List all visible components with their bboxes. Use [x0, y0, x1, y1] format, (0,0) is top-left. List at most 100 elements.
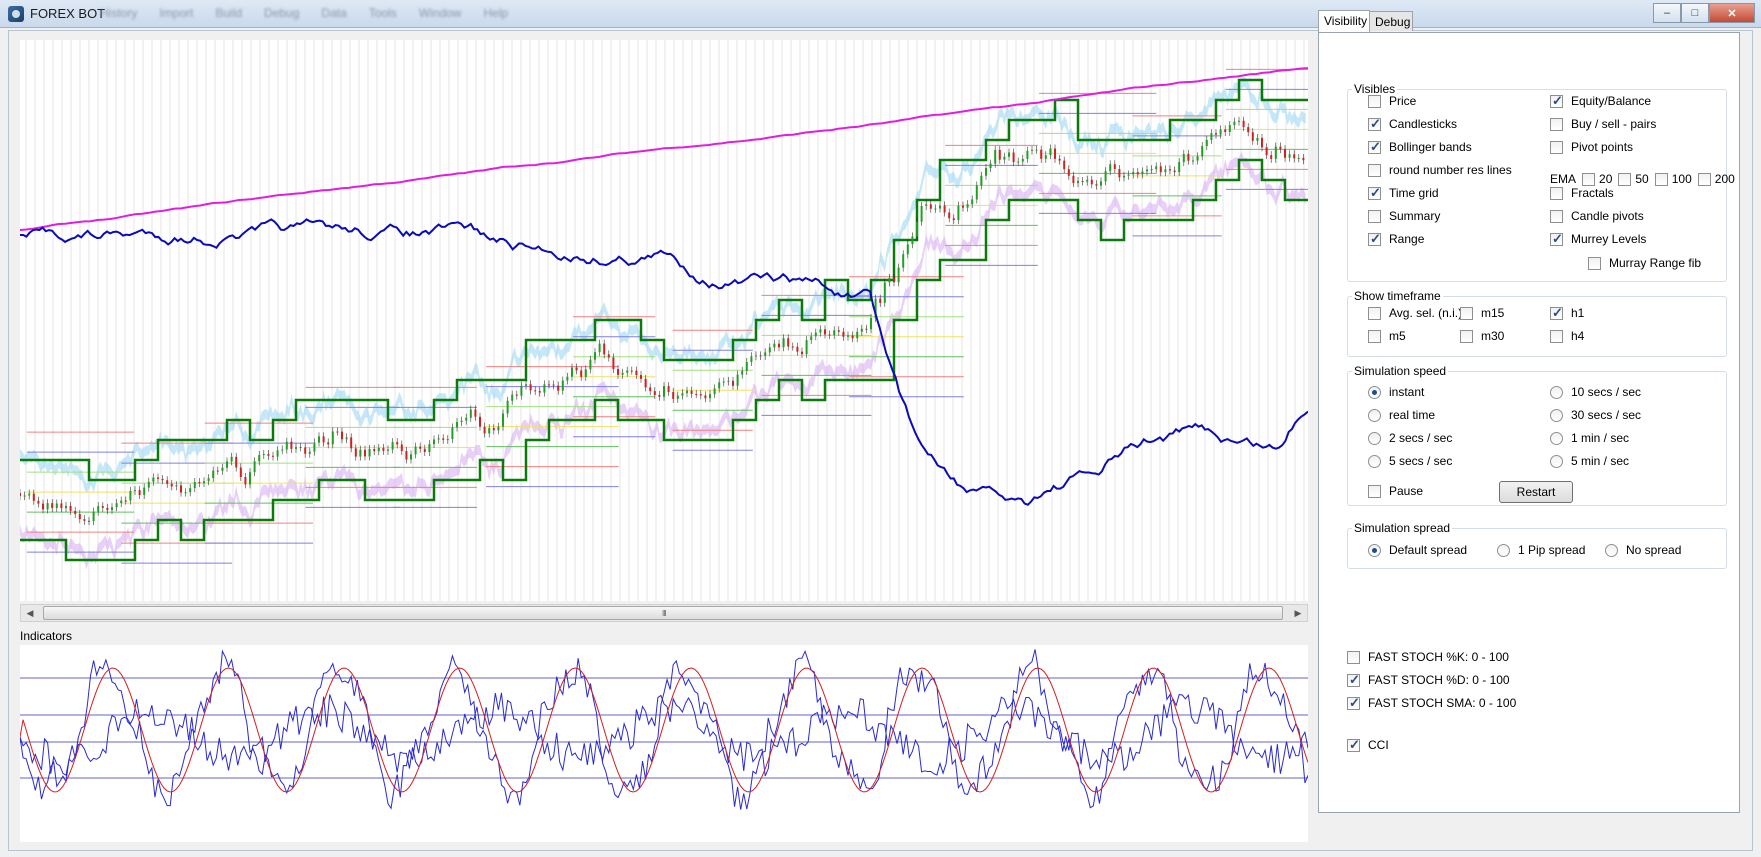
- minimize-button[interactable]: –: [1653, 3, 1681, 23]
- indicator-cci-checkbox-box[interactable]: [1347, 737, 1360, 753]
- equity-balance-checkbox[interactable]: Equity/Balance: [1550, 93, 1651, 109]
- scrollbar-thumb[interactable]: III: [43, 606, 1283, 620]
- speed-30-secs-sec-option-radio[interactable]: [1550, 408, 1563, 422]
- price-chart[interactable]: [20, 40, 1308, 601]
- price-checkbox-box[interactable]: [1368, 94, 1381, 108]
- speed-10-secs-sec-option[interactable]: 10 secs / sec: [1550, 385, 1641, 399]
- fractals-checkbox[interactable]: Fractals: [1550, 186, 1614, 200]
- candle-pivots-checkbox[interactable]: Candle pivots: [1550, 209, 1644, 223]
- indicator-fast-stoch-k-0-100-checkbox[interactable]: FAST STOCH %K: 0 - 100: [1347, 650, 1509, 664]
- timeframe-m15-checkbox[interactable]: m15: [1460, 306, 1504, 320]
- indicator-fast-stoch-d-0-100-checkbox[interactable]: FAST STOCH %D: 0 - 100: [1347, 672, 1510, 688]
- candle-body: [249, 472, 251, 485]
- ema-100-checkbox[interactable]: [1654, 172, 1668, 186]
- spread-default-spread-option[interactable]: Default spread: [1368, 543, 1467, 557]
- round-number-res-lines-checkbox-box[interactable]: [1368, 163, 1381, 177]
- speed-1-min-sec-option[interactable]: 1 min / sec: [1550, 431, 1629, 445]
- pivot-points-checkbox-box[interactable]: [1550, 140, 1563, 154]
- bollinger-bands-checkbox[interactable]: Bollinger bands: [1368, 139, 1472, 155]
- speed-5-min-sec-option-radio[interactable]: [1550, 454, 1563, 468]
- close-button[interactable]: ✕: [1709, 3, 1755, 23]
- tab-visibility[interactable]: Visibility: [1318, 10, 1370, 32]
- maximize-button[interactable]: □: [1681, 3, 1709, 23]
- spread-1-pip-spread-option-radio[interactable]: [1497, 543, 1510, 557]
- indicator-chart[interactable]: [20, 645, 1308, 842]
- speed-2-secs-sec-option-radio[interactable]: [1368, 431, 1381, 445]
- candle-body: [60, 503, 63, 509]
- summary-checkbox-box[interactable]: [1368, 209, 1381, 223]
- restart-button[interactable]: Restart: [1499, 481, 1573, 503]
- menu-item[interactable]: Build: [215, 6, 242, 20]
- pause-checkbox[interactable]: Pause: [1368, 484, 1423, 498]
- scroll-right-icon[interactable]: ▶: [1291, 606, 1305, 620]
- indicator-fast-stoch-d-0-100-checkbox-box[interactable]: [1347, 672, 1360, 688]
- spread-no-spread-option-radio[interactable]: [1605, 543, 1618, 557]
- menu-item[interactable]: Debug: [264, 6, 299, 20]
- menu-item[interactable]: Data: [321, 6, 346, 20]
- tab-debug[interactable]: Debug: [1369, 11, 1413, 31]
- buy-sell-pairs-checkbox-box[interactable]: [1550, 117, 1563, 131]
- equity-balance-checkbox-box[interactable]: [1550, 93, 1563, 109]
- menu-item[interactable]: Window: [419, 6, 462, 20]
- menu-item[interactable]: Help: [483, 6, 508, 20]
- speed-real-time-option-radio[interactable]: [1368, 408, 1381, 422]
- timeframe-m30-checkbox[interactable]: m30: [1460, 329, 1504, 343]
- bollinger-bands-checkbox-box[interactable]: [1368, 139, 1381, 155]
- range-checkbox-box[interactable]: [1368, 231, 1381, 247]
- spread-no-spread-option[interactable]: No spread: [1605, 543, 1681, 557]
- speed-real-time-option[interactable]: real time: [1368, 408, 1435, 422]
- timeframe-m15-checkbox-box[interactable]: [1460, 306, 1473, 320]
- price-checkbox[interactable]: Price: [1368, 94, 1416, 108]
- summary-checkbox[interactable]: Summary: [1368, 209, 1440, 223]
- timeframe-h1-checkbox[interactable]: h1: [1550, 305, 1584, 321]
- pause-box[interactable]: [1368, 484, 1381, 498]
- timeframe-m5-checkbox[interactable]: m5: [1368, 329, 1406, 343]
- speed-5-secs-sec-option-radio[interactable]: [1368, 454, 1381, 468]
- timeframe-m30-checkbox-box[interactable]: [1460, 329, 1473, 343]
- candle-body: [741, 370, 744, 375]
- menu-item[interactable]: History: [100, 6, 137, 20]
- scroll-left-icon[interactable]: ◀: [23, 606, 37, 620]
- speed-1-min-sec-option-radio[interactable]: [1550, 431, 1563, 445]
- murrey-levels-checkbox[interactable]: Murrey Levels: [1550, 231, 1646, 247]
- menu-item[interactable]: Tools: [369, 6, 397, 20]
- timeframe-h1-checkbox-box[interactable]: [1550, 305, 1563, 321]
- timeframe-h4-checkbox-box[interactable]: [1550, 329, 1563, 343]
- speed-10-secs-sec-option-radio[interactable]: [1550, 385, 1563, 399]
- indicator-fast-stoch-sma-0-100-checkbox[interactable]: FAST STOCH SMA: 0 - 100: [1347, 695, 1516, 711]
- timeframe-m5-checkbox-box[interactable]: [1368, 329, 1381, 343]
- speed-instant-option-radio[interactable]: [1368, 385, 1381, 399]
- candle-pivots-checkbox-box[interactable]: [1550, 209, 1563, 223]
- round-number-res-lines-checkbox[interactable]: round number res lines: [1368, 163, 1512, 177]
- murrey-levels-checkbox-box[interactable]: [1550, 231, 1563, 247]
- ema-20-checkbox[interactable]: [1582, 172, 1596, 186]
- buy-sell-pairs-checkbox[interactable]: Buy / sell - pairs: [1550, 117, 1656, 131]
- spread-default-spread-option-radio[interactable]: [1368, 543, 1381, 557]
- time-grid-checkbox-box[interactable]: [1368, 185, 1381, 201]
- murray-range-fib-checkbox[interactable]: Murray Range fib: [1588, 256, 1701, 270]
- candle-body: [1132, 172, 1135, 175]
- chart-scrollbar[interactable]: ◀ III ▶: [20, 604, 1308, 622]
- fractals-checkbox-box[interactable]: [1550, 186, 1563, 200]
- murray-range-fib-checkbox-box[interactable]: [1588, 256, 1601, 270]
- spread-1-pip-spread-option[interactable]: 1 Pip spread: [1497, 543, 1585, 557]
- indicator-fast-stoch-k-0-100-checkbox-box[interactable]: [1347, 650, 1360, 664]
- ema-200-checkbox[interactable]: [1697, 172, 1711, 186]
- ema-50-checkbox[interactable]: [1618, 172, 1632, 186]
- indicator-cci-checkbox[interactable]: CCI: [1347, 737, 1389, 753]
- range-checkbox[interactable]: Range: [1368, 231, 1424, 247]
- speed-instant-option[interactable]: instant: [1368, 385, 1424, 399]
- candlesticks-checkbox[interactable]: Candlesticks: [1368, 116, 1457, 132]
- indicator-fast-stoch-sma-0-100-checkbox-box[interactable]: [1347, 695, 1360, 711]
- speed-2-secs-sec-option[interactable]: 2 secs / sec: [1368, 431, 1452, 445]
- pivot-points-checkbox[interactable]: Pivot points: [1550, 140, 1633, 154]
- speed-30-secs-sec-option[interactable]: 30 secs / sec: [1550, 408, 1641, 422]
- timeframe-avg-sel-n-i-checkbox-box[interactable]: [1368, 306, 1381, 320]
- timeframe-avg-sel-n-i-checkbox[interactable]: Avg. sel. (n.i.): [1368, 306, 1462, 320]
- speed-5-secs-sec-option[interactable]: 5 secs / sec: [1368, 454, 1452, 468]
- timeframe-h4-checkbox[interactable]: h4: [1550, 329, 1584, 343]
- menu-item[interactable]: Import: [159, 6, 193, 20]
- time-grid-checkbox[interactable]: Time grid: [1368, 185, 1439, 201]
- candlesticks-checkbox-box[interactable]: [1368, 116, 1381, 132]
- speed-5-min-sec-option[interactable]: 5 min / sec: [1550, 454, 1629, 468]
